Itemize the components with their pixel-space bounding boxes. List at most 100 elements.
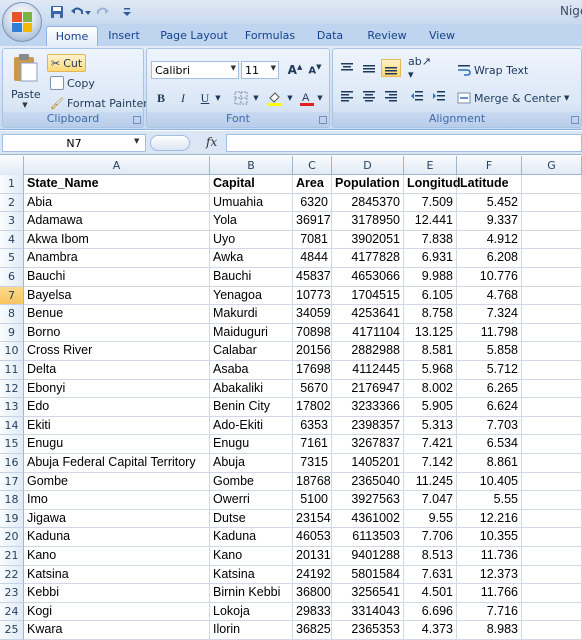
- cell[interactable]: Enugu: [210, 435, 293, 454]
- cell[interactable]: 17802: [293, 398, 332, 417]
- row-header[interactable]: 6: [0, 268, 24, 287]
- cell[interactable]: [522, 193, 582, 213]
- cell[interactable]: 6113503: [332, 528, 404, 547]
- name-box-dropdown-icon[interactable]: ▼: [134, 137, 139, 145]
- cell[interactable]: 6.931: [404, 249, 457, 268]
- cell[interactable]: Abakaliki: [210, 379, 293, 399]
- underline-dropdown-icon[interactable]: ▼: [213, 89, 223, 107]
- cell[interactable]: [522, 454, 582, 473]
- borders-button[interactable]: [231, 89, 251, 107]
- tab-view[interactable]: View: [424, 26, 460, 46]
- row-header[interactable]: 11: [0, 361, 24, 380]
- cell[interactable]: 36917: [293, 212, 332, 231]
- redo-icon[interactable]: [96, 5, 110, 19]
- column-header-g[interactable]: G: [522, 156, 582, 175]
- cell[interactable]: Kaduna: [210, 528, 293, 547]
- cell[interactable]: 12.216: [457, 509, 522, 529]
- cell[interactable]: 23154: [293, 509, 332, 529]
- cell[interactable]: 8.002: [404, 379, 457, 399]
- merge-center-button[interactable]: Merge & Center ▼: [457, 89, 569, 107]
- cell[interactable]: Awka: [210, 249, 293, 268]
- cell[interactable]: 5.452: [457, 193, 522, 213]
- cell[interactable]: 24192: [293, 565, 332, 585]
- cell[interactable]: [522, 230, 582, 250]
- cell[interactable]: 46053: [293, 528, 332, 547]
- formula-bar-expander[interactable]: [150, 135, 190, 151]
- cell[interactable]: 10.355: [457, 528, 522, 547]
- align-right-button[interactable]: [381, 87, 401, 105]
- cell[interactable]: 5.968: [404, 361, 457, 380]
- row-header[interactable]: 17: [0, 472, 24, 492]
- cell[interactable]: Yola: [210, 212, 293, 231]
- cell[interactable]: [522, 602, 582, 622]
- cell[interactable]: 5801584: [332, 565, 404, 585]
- cell[interactable]: 12.373: [457, 565, 522, 585]
- cell[interactable]: Lokoja: [210, 602, 293, 622]
- cell[interactable]: Anambra: [24, 249, 210, 268]
- cell[interactable]: Gombe: [24, 472, 210, 492]
- cell[interactable]: 4.373: [404, 621, 457, 640]
- row-header[interactable]: 19: [0, 509, 24, 529]
- cell[interactable]: 8.581: [404, 342, 457, 361]
- cell[interactable]: 36800: [293, 584, 332, 603]
- cell[interactable]: [522, 416, 582, 436]
- clipboard-launcher-icon[interactable]: [133, 116, 141, 124]
- borders-dropdown-icon[interactable]: ▼: [251, 89, 261, 107]
- row-header[interactable]: 4: [0, 230, 24, 250]
- cell[interactable]: Bayelsa: [24, 286, 210, 306]
- fill-color-button[interactable]: [265, 89, 285, 107]
- formula-input[interactable]: [226, 134, 582, 152]
- cell[interactable]: 4177828: [332, 249, 404, 268]
- cell[interactable]: [522, 472, 582, 492]
- row-header[interactable]: 21: [0, 547, 24, 566]
- cell[interactable]: State_Name: [24, 175, 210, 194]
- grow-font-button[interactable]: A▲: [285, 61, 305, 79]
- cell[interactable]: Imo: [24, 491, 210, 510]
- cell[interactable]: 5.55: [457, 491, 522, 510]
- tab-page-layout[interactable]: Page Layout: [158, 26, 230, 46]
- cell[interactable]: 4.768: [457, 286, 522, 306]
- cell[interactable]: 4844: [293, 249, 332, 268]
- align-center-button[interactable]: [359, 87, 379, 105]
- row-header[interactable]: 10: [0, 342, 24, 361]
- cell[interactable]: 7.509: [404, 193, 457, 213]
- alignment-launcher-icon[interactable]: [571, 116, 579, 124]
- cell[interactable]: 6.208: [457, 249, 522, 268]
- cell[interactable]: Longitud: [404, 175, 460, 194]
- copy-button[interactable]: Copy: [50, 74, 95, 92]
- cell[interactable]: 9.55: [404, 509, 457, 529]
- cell[interactable]: 2845370: [332, 193, 404, 213]
- cell[interactable]: 70898: [293, 323, 332, 343]
- cell[interactable]: 1405201: [332, 454, 404, 473]
- cell[interactable]: 17698: [293, 361, 332, 380]
- format-painter-button[interactable]: 🖌 Format Painter: [50, 94, 148, 112]
- cell[interactable]: 5.313: [404, 416, 457, 436]
- cell[interactable]: Population: [332, 175, 404, 194]
- cell[interactable]: 3314043: [332, 602, 404, 622]
- cell[interactable]: Birnin Kebbi: [210, 584, 293, 603]
- cell[interactable]: 5.905: [404, 398, 457, 417]
- cell[interactable]: Latitude: [457, 175, 522, 194]
- column-header-c[interactable]: C: [293, 156, 332, 175]
- cell[interactable]: Cross River: [24, 342, 210, 361]
- cell[interactable]: 7.716: [457, 602, 522, 622]
- cell[interactable]: Dutse: [210, 509, 293, 529]
- cell[interactable]: Kwara: [24, 621, 210, 640]
- row-header[interactable]: 1: [0, 175, 24, 194]
- paste-button[interactable]: Paste ▼: [11, 53, 41, 109]
- save-icon[interactable]: [50, 5, 64, 19]
- align-bottom-button[interactable]: [381, 59, 401, 77]
- row-header[interactable]: 12: [0, 379, 24, 399]
- cell[interactable]: 3256541: [332, 584, 404, 603]
- cell[interactable]: Katsina: [24, 565, 210, 585]
- cell[interactable]: Kano: [24, 547, 210, 566]
- font-name-select[interactable]: Calibri ▼: [151, 61, 239, 79]
- customize-toolbar-icon[interactable]: [122, 5, 132, 19]
- row-header[interactable]: 22: [0, 565, 24, 585]
- cell[interactable]: [522, 305, 582, 324]
- tab-data[interactable]: Data: [312, 26, 348, 46]
- cell[interactable]: 9.988: [404, 268, 457, 287]
- tab-insert[interactable]: Insert: [104, 26, 144, 46]
- column-header-e[interactable]: E: [404, 156, 457, 175]
- cell[interactable]: Edo: [24, 398, 210, 417]
